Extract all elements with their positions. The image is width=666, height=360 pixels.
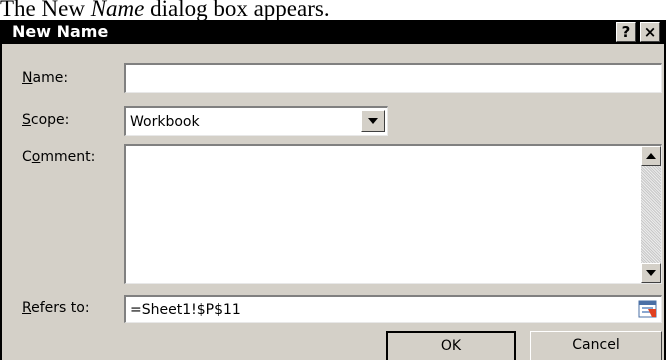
triangle-up-icon	[646, 153, 656, 159]
title-bar[interactable]: New Name ? ×	[2, 20, 664, 44]
caption-emphasis: Name	[90, 0, 145, 20]
scope-label-access-key: S	[22, 112, 31, 128]
name-label: Name:	[22, 69, 68, 87]
page: The New Name dialog box appears. New Nam…	[0, 0, 666, 360]
scope-dropdown-button[interactable]	[361, 110, 385, 132]
refers-to-label-text: efers to:	[31, 300, 90, 316]
comment-scrollbar[interactable]	[641, 146, 661, 283]
refers-to-label: Refers to:	[22, 299, 90, 317]
refers-to-input[interactable]: =Sheet1!$P$11	[124, 295, 662, 323]
triangle-down-icon	[646, 270, 656, 276]
refers-to-label-access-key: R	[22, 300, 32, 316]
close-button[interactable]: ×	[640, 22, 660, 42]
comment-label-text: mment:	[40, 149, 96, 165]
instruction-caption: The New Name dialog box appears.	[0, 0, 330, 20]
comment-label-pre: C	[22, 149, 32, 165]
help-button[interactable]: ?	[616, 22, 636, 42]
scroll-up-button[interactable]	[641, 146, 661, 166]
scope-label: Scope:	[22, 111, 69, 129]
refers-to-value: =Sheet1!$P$11	[130, 302, 241, 318]
name-label-access-key: N	[22, 70, 33, 86]
collapse-dialog-icon	[638, 300, 657, 318]
caption-prefix: The New	[0, 0, 91, 20]
name-input[interactable]	[124, 63, 662, 93]
comment-label: Comment:	[22, 148, 95, 166]
comment-textarea[interactable]	[124, 144, 662, 284]
ok-button[interactable]: OK	[386, 331, 516, 360]
collapse-dialog-button[interactable]	[637, 299, 659, 320]
new-name-dialog: New Name ? × Name: Scope: Workbook Comme…	[0, 20, 666, 360]
cancel-button[interactable]: Cancel	[530, 331, 662, 360]
scope-value: Workbook	[130, 114, 200, 130]
scope-label-text: cope:	[30, 112, 70, 128]
scope-dropdown[interactable]: Workbook	[124, 106, 388, 136]
caption-suffix: dialog box appears.	[144, 0, 330, 20]
scroll-down-button[interactable]	[641, 263, 661, 283]
dialog-title: New Name	[12, 22, 109, 41]
triangle-down-icon	[368, 118, 378, 124]
name-label-text: ame:	[32, 70, 69, 86]
